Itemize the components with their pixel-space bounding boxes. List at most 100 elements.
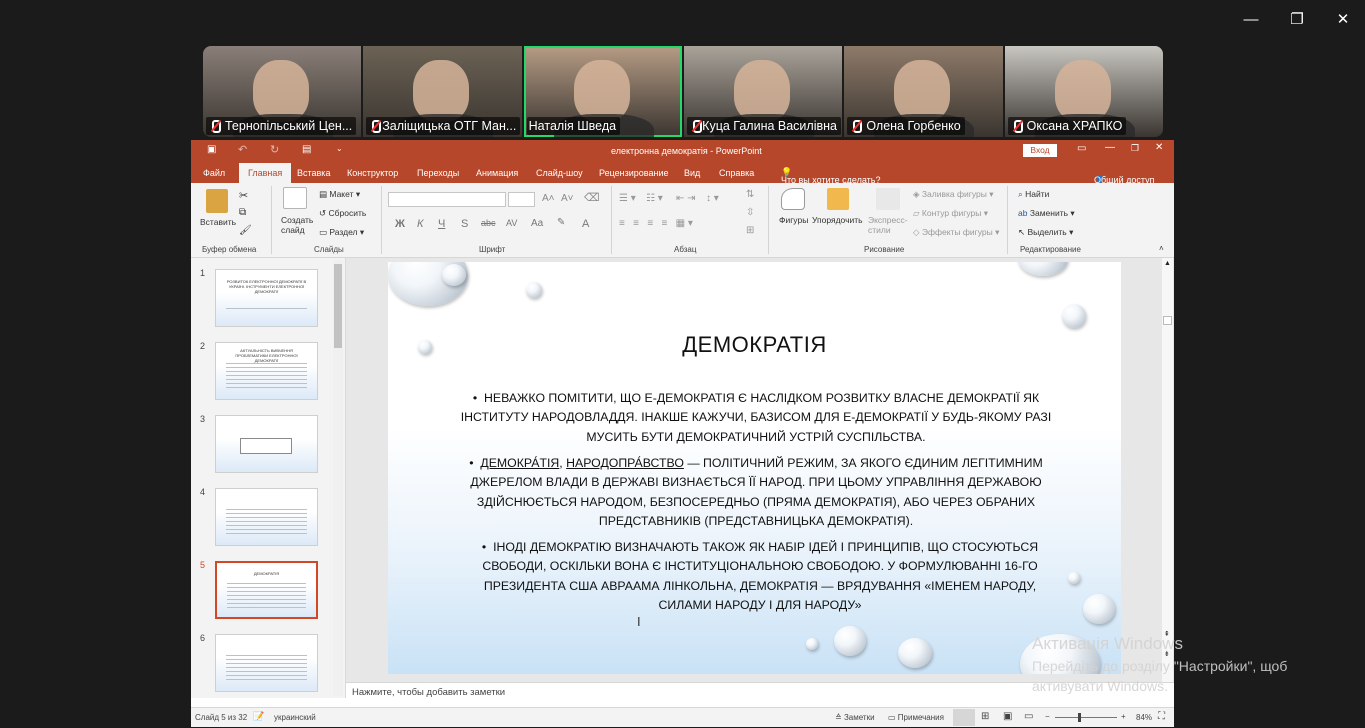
slide[interactable]: ДЕМОКРАТІЯ • НЕВАЖКО ПОМІТИТИ, ЩО Е-ДЕМО… <box>388 262 1121 674</box>
zoom-slider[interactable] <box>1055 717 1117 718</box>
tab-5[interactable]: Анимация <box>476 168 518 178</box>
signin-button[interactable]: Вход <box>1023 144 1057 157</box>
slideshow-view-icon[interactable]: ▭ <box>1024 711 1033 722</box>
video-tile[interactable]: Куца Галина Василівна <box>683 46 843 137</box>
zoom-in-icon[interactable]: + <box>1121 712 1126 721</box>
tab-6[interactable]: Слайд-шоу <box>536 168 583 178</box>
replace-button[interactable]: ab Заменить ▾ <box>1018 208 1075 219</box>
arrange-button[interactable]: Упорядочить <box>812 215 863 225</box>
comments-toggle[interactable]: ▭ Примечания <box>888 713 944 722</box>
align-text-icon[interactable]: ⇳ <box>746 207 754 218</box>
new-slide-button[interactable]: Создать слайд <box>281 215 313 235</box>
slide-thumbnail[interactable] <box>215 634 318 692</box>
ppt-restore-button[interactable]: ❐ <box>1131 143 1139 154</box>
customize-icon[interactable]: ⌄ <box>336 144 343 153</box>
underline-button[interactable]: Ч <box>438 218 445 230</box>
strike-button[interactable]: abc <box>481 218 496 228</box>
indent-icons[interactable]: ⇤ ⇥ <box>676 193 696 204</box>
quick-styles-icon[interactable] <box>876 188 900 210</box>
tab-3[interactable]: Конструктор <box>347 168 398 178</box>
format-painter-icon[interactable]: 🖌 <box>239 225 252 236</box>
paste-icon[interactable] <box>206 189 228 213</box>
bullet-2[interactable]: • ДЕМОКРА́ТІЯ, НАРОДОПРА́ВСТВО — ПОЛІТИЧ… <box>456 454 1056 531</box>
language-indicator[interactable]: украинский <box>274 713 316 722</box>
shapes-button[interactable]: Фигуры <box>779 215 808 225</box>
numbering-icon[interactable]: ☷ ▾ <box>646 193 663 204</box>
ppt-close-button[interactable]: ✕ <box>1155 142 1163 153</box>
slideshow-icon[interactable]: ▤ <box>302 144 311 155</box>
clear-format-icon[interactable]: ⌫ <box>584 191 600 204</box>
notes-placeholder[interactable]: Нажмите, чтобы добавить заметки <box>352 687 505 698</box>
shrink-font-icon[interactable]: A˅ <box>561 193 574 204</box>
shape-outline-button[interactable]: ▱ Контур фигуры ▾ <box>913 208 988 219</box>
font-name-select[interactable] <box>388 192 506 207</box>
zoom-level[interactable]: 84% <box>1136 713 1152 722</box>
video-tile[interactable]: Заліщицька ОТГ Ман... <box>363 46 522 137</box>
undo-icon[interactable]: ↶ <box>238 143 247 156</box>
video-tile[interactable]: Оксана ХРАПКО <box>1004 46 1163 137</box>
shadow-button[interactable]: S <box>461 218 468 230</box>
notes-toggle[interactable]: ≙ Заметки <box>835 713 875 722</box>
video-tile[interactable]: Наталія Шведа <box>523 46 682 137</box>
minimize-button[interactable]: — <box>1236 6 1266 34</box>
bold-button[interactable]: Ж <box>395 218 405 230</box>
slide-thumbnail[interactable] <box>215 415 318 473</box>
tab-7[interactable]: Рецензирование <box>599 168 669 178</box>
select-button[interactable]: ↖ Выделить ▾ <box>1018 227 1073 238</box>
slide-thumbnail[interactable]: ДЕМОКРАТІЯ <box>215 561 318 619</box>
bullet-3[interactable]: • ІНОДІ ДЕМОКРАТІЮ ВИЗНАЧАЮТЬ ТАКОЖ ЯК Н… <box>470 538 1050 615</box>
slide-title[interactable]: ДЕМОКРАТІЯ <box>388 332 1121 358</box>
highlight-icon[interactable]: ✎ <box>557 217 565 228</box>
shape-effects-button[interactable]: ◇ Эффекты фигуры ▾ <box>913 227 999 238</box>
slide-thumbnail[interactable]: АКТУАЛЬНІСТЬ ВИВЧЕННЯ ПРОБЛЕМАТИКИ ЕЛЕКТ… <box>215 342 318 400</box>
layout-button[interactable]: ▤ Макет ▾ <box>319 189 360 200</box>
save-icon[interactable]: ▣ <box>207 144 216 155</box>
section-button[interactable]: ▭ Раздел ▾ <box>319 227 364 238</box>
video-tile[interactable]: Тернопільський Цен... <box>203 46 362 137</box>
video-tile[interactable]: Олена Горбенко <box>844 46 1003 137</box>
close-button[interactable]: ✕ <box>1328 6 1358 34</box>
zoom-out-icon[interactable]: − <box>1045 712 1050 721</box>
smartart-icon[interactable]: ⊞ <box>746 225 754 236</box>
bullets-icon[interactable]: ☰ ▾ <box>619 193 636 204</box>
italic-button[interactable]: К <box>417 218 423 230</box>
tab-9[interactable]: Справка <box>719 168 754 178</box>
collapse-ribbon-icon[interactable]: ˄ <box>1159 244 1164 253</box>
grow-font-icon[interactable]: A˄ <box>542 193 555 204</box>
bullet-1[interactable]: • НЕВАЖКО ПОМІТИТИ, ЩО Е-ДЕМОКРАТІЯ Є НА… <box>456 389 1056 447</box>
arrange-icon[interactable] <box>827 188 849 210</box>
restore-button[interactable]: ❐ <box>1282 6 1312 34</box>
ribbon-options-icon[interactable]: ▭ <box>1077 143 1086 154</box>
reset-button[interactable]: ↺ Сбросить <box>319 208 366 219</box>
font-color-button[interactable]: A <box>582 218 589 230</box>
normal-view-icon[interactable] <box>953 709 975 726</box>
font-size-select[interactable] <box>508 192 535 207</box>
align-icons[interactable]: ≡ ≡ ≡ ≡ ▦ ▾ <box>619 218 693 229</box>
line-spacing-icon[interactable]: ↕ ▾ <box>706 193 719 204</box>
ppt-minimize-button[interactable]: — <box>1105 142 1115 153</box>
slide-scrollbar[interactable]: ▲ ⇞ ⇟ <box>1162 258 1173 682</box>
case-button[interactable]: Aa <box>531 218 543 229</box>
shapes-icon[interactable] <box>781 188 805 210</box>
cut-icon[interactable]: ✂ <box>239 189 248 202</box>
slide-thumbnail[interactable] <box>215 488 318 546</box>
tab-1[interactable]: Главная <box>239 163 292 183</box>
tab-2[interactable]: Вставка <box>297 168 330 178</box>
tab-8[interactable]: Вид <box>684 168 700 178</box>
redo-icon[interactable]: ↻ <box>270 143 279 156</box>
find-button[interactable]: ⌕ Найти <box>1018 189 1049 200</box>
paste-button[interactable]: Вставить <box>200 217 236 227</box>
slide-thumbnail[interactable]: РОЗВИТОК ЕЛЕКТРОННОЇ ДЕМОКРАТІЇ В УКРАЇН… <box>215 269 318 327</box>
copy-icon[interactable]: ⧉ <box>239 207 246 218</box>
tab-0[interactable]: Файл <box>203 168 225 178</box>
zoom-thumb[interactable] <box>1078 713 1081 722</box>
new-slide-icon[interactable] <box>283 187 307 209</box>
quick-styles-button[interactable]: Экспресс-стили <box>868 215 908 235</box>
shape-fill-button[interactable]: ◈ Заливка фигуры ▾ <box>913 189 993 200</box>
thumbnails-scrollbar[interactable] <box>333 260 343 696</box>
tab-4[interactable]: Переходы <box>417 168 459 178</box>
text-direction-icon[interactable]: ⇅ <box>746 189 754 200</box>
slide-sorter-icon[interactable]: ⊞ <box>981 711 989 722</box>
spacing-button[interactable]: AV <box>506 218 517 228</box>
fit-to-window-icon[interactable]: ⛶ <box>1158 711 1165 722</box>
